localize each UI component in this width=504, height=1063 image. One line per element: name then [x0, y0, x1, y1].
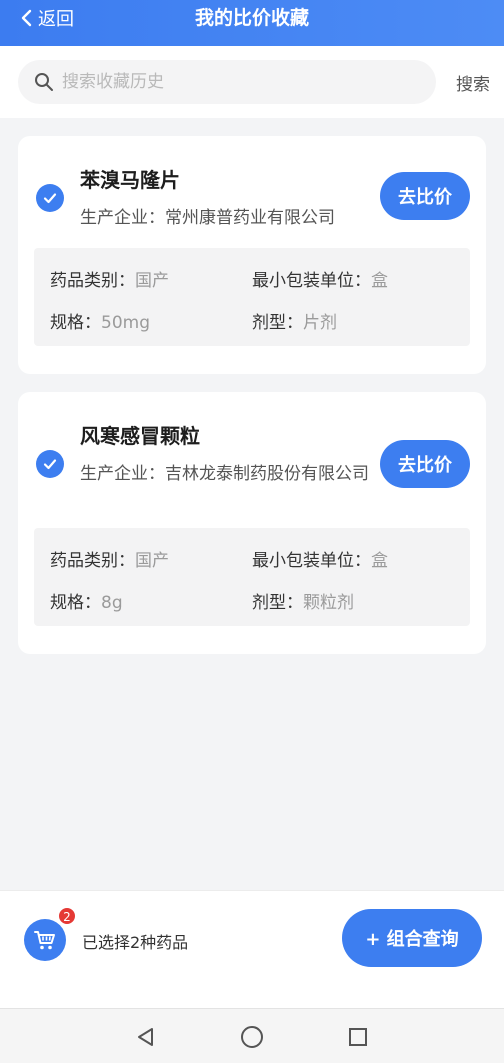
category-label: 药品类别：	[50, 551, 135, 571]
spec-field: 规格：8g	[50, 588, 123, 613]
unit-field: 最小包装单位：盒	[252, 266, 388, 291]
spec-field: 规格：50mg	[50, 308, 150, 333]
select-checkbox[interactable]	[36, 184, 64, 212]
spec-value: 8g	[101, 593, 123, 613]
company-value: 常州康普药业有限公司	[165, 208, 335, 228]
category-value: 国产	[135, 271, 169, 291]
drug-name: 苯溴马隆片	[80, 168, 180, 192]
nav-recents-icon	[349, 1028, 367, 1046]
company-label: 生产企业：	[80, 464, 165, 484]
search-input[interactable]	[62, 72, 402, 92]
search-button[interactable]: 搜索	[456, 70, 490, 95]
drug-info-panel: 药品类别：国产 最小包装单位：盒 规格：8g 剂型：颗粒剂	[34, 528, 470, 626]
form-field: 剂型：颗粒剂	[252, 588, 354, 613]
cart-button[interactable]	[24, 919, 66, 961]
unit-label: 最小包装单位：	[252, 271, 371, 291]
drug-info-panel: 药品类别：国产 最小包装单位：盒 规格：50mg 剂型：片剂	[34, 248, 470, 346]
drug-name: 风寒感冒颗粒	[80, 424, 200, 448]
company-value: 吉林龙泰制药股份有限公司	[165, 464, 369, 484]
nav-home-button[interactable]	[238, 1023, 266, 1051]
spec-value: 50mg	[101, 313, 150, 333]
form-label: 剂型：	[252, 313, 303, 333]
company-line: 生产企业：吉林龙泰制药股份有限公司	[80, 460, 370, 488]
category-value: 国产	[135, 551, 169, 571]
selected-count-text: 已选择2种药品	[82, 933, 189, 952]
compare-button[interactable]: 去比价	[380, 440, 470, 488]
nav-back-icon	[138, 1028, 153, 1046]
form-value: 片剂	[303, 313, 337, 333]
system-nav-bar	[0, 1008, 504, 1063]
form-value: 颗粒剂	[303, 593, 354, 613]
search-area: 搜索	[0, 46, 504, 118]
compare-button[interactable]: 去比价	[380, 172, 470, 220]
app-header: 返回 我的比价收藏	[0, 0, 504, 46]
combo-query-button[interactable]: + 组合查询	[342, 909, 482, 967]
spec-label: 规格：	[50, 593, 101, 613]
drug-card: 苯溴马隆片 生产企业：常州康普药业有限公司 去比价 药品类别：国产 最小包装单位…	[18, 136, 486, 374]
unit-field: 最小包装单位：盒	[252, 546, 388, 571]
unit-label: 最小包装单位：	[252, 551, 371, 571]
unit-value: 盒	[371, 271, 388, 291]
nav-home-icon	[241, 1026, 263, 1048]
check-icon	[43, 459, 57, 470]
check-icon	[43, 193, 57, 204]
company-label: 生产企业：	[80, 208, 165, 228]
spec-label: 规格：	[50, 313, 101, 333]
form-field: 剂型：片剂	[252, 308, 337, 333]
category-field: 药品类别：国产	[50, 546, 169, 571]
company-line: 生产企业：常州康普药业有限公司	[80, 204, 370, 232]
drug-card: 风寒感冒颗粒 生产企业：吉林龙泰制药股份有限公司 去比价 药品类别：国产 最小包…	[18, 392, 486, 654]
form-label: 剂型：	[252, 593, 303, 613]
unit-value: 盒	[371, 551, 388, 571]
category-field: 药品类别：国产	[50, 266, 169, 291]
bottom-action-bar: 2 已选择2种药品 + 组合查询	[0, 890, 504, 1008]
category-label: 药品类别：	[50, 271, 135, 291]
cart-count-badge: 2	[58, 907, 76, 925]
select-checkbox[interactable]	[36, 450, 64, 478]
cart-icon	[34, 931, 55, 950]
nav-recents-button[interactable]	[344, 1023, 372, 1051]
search-icon	[35, 73, 53, 91]
nav-back-button[interactable]	[132, 1023, 160, 1051]
search-box[interactable]	[18, 60, 436, 104]
page-title: 我的比价收藏	[194, 7, 309, 29]
